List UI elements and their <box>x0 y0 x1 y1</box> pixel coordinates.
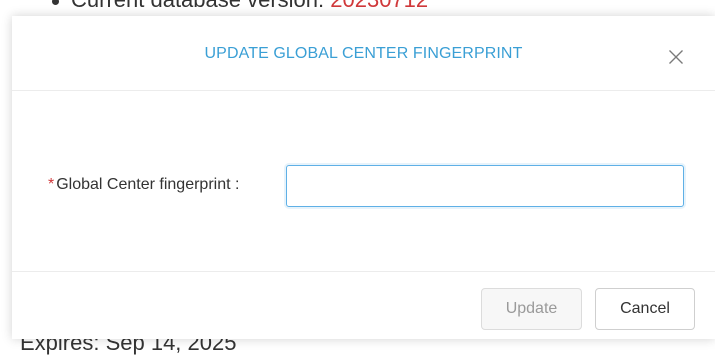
dialog-title: UPDATE GLOBAL CENTER FINGERPRINT <box>204 45 523 62</box>
bullet-icon <box>52 0 59 5</box>
close-icon-glyph <box>669 50 683 64</box>
database-version-label: Current database version: <box>71 0 324 12</box>
fingerprint-label: * Global Center fingerprint : <box>48 176 239 194</box>
dialog-body: * Global Center fingerprint : <box>12 91 715 272</box>
fingerprint-label-text: Global Center fingerprint : <box>56 176 240 193</box>
cancel-button[interactable]: Cancel <box>595 288 695 330</box>
database-version-line: Current database version: 20230712 <box>52 0 428 13</box>
dialog-header: UPDATE GLOBAL CENTER FINGERPRINT <box>12 16 715 91</box>
update-fingerprint-dialog: UPDATE GLOBAL CENTER FINGERPRINT * Global… <box>12 16 715 339</box>
fingerprint-input[interactable] <box>286 165 684 207</box>
required-marker: * <box>48 176 55 193</box>
database-version-value: 20230712 <box>330 0 428 12</box>
dialog-footer: Update Cancel <box>12 272 715 339</box>
update-button[interactable]: Update <box>481 288 582 330</box>
close-icon[interactable] <box>668 49 684 65</box>
